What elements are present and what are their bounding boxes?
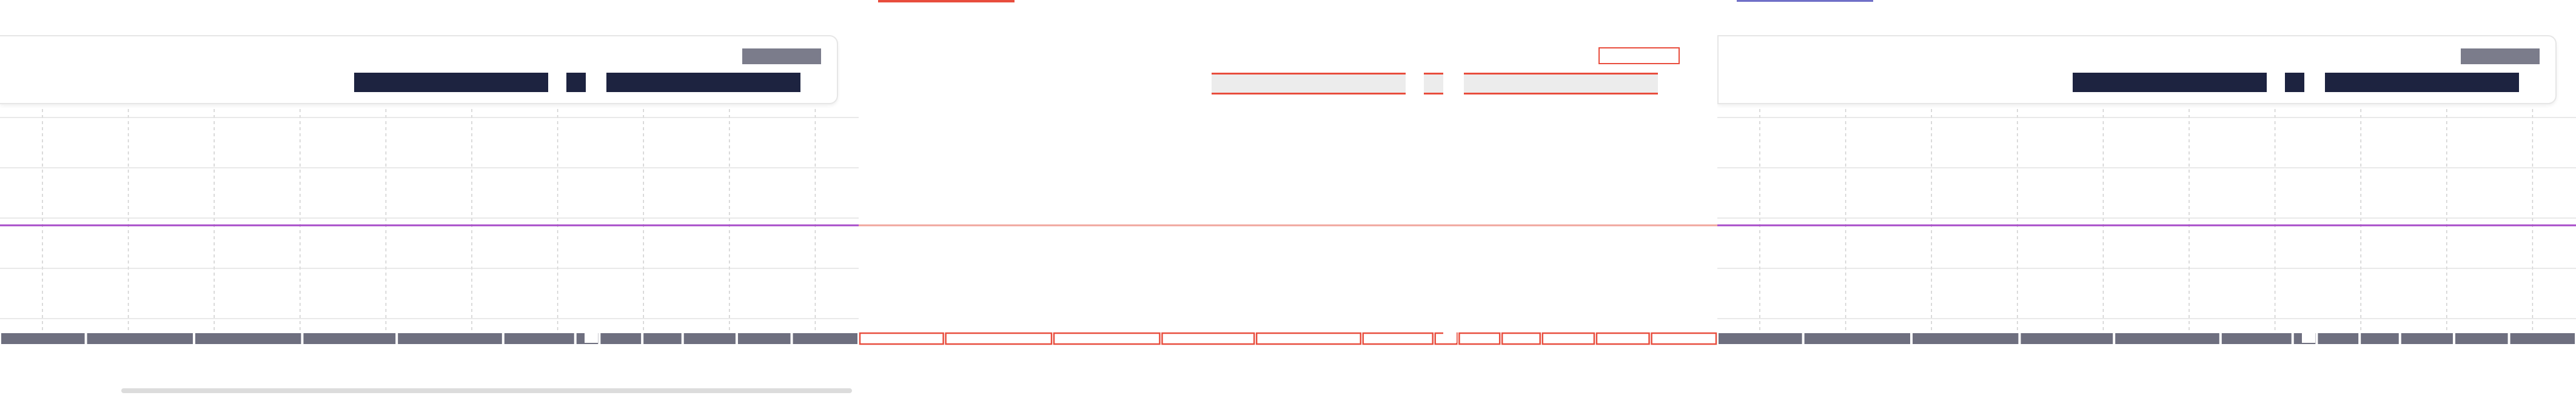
chart-header-card — [0, 35, 838, 104]
axis-tick-segment — [600, 333, 642, 344]
axis-tick-segment — [2455, 333, 2508, 344]
axis-marker — [2302, 332, 2315, 343]
header-label-block-3 — [606, 73, 800, 92]
axis-tick-segment — [2510, 333, 2575, 344]
axis-tick-segment — [2401, 333, 2453, 344]
chart-panel-3 — [1717, 0, 2576, 401]
axis-tick-segment — [504, 333, 574, 344]
axis-tick-segment — [195, 333, 301, 344]
axis-tick-segment — [1541, 332, 1595, 345]
axis-tick-segment — [87, 333, 193, 344]
axis-tick-segment — [1913, 333, 2019, 344]
header-label-block-2 — [2285, 73, 2304, 92]
panel-top-accent — [878, 0, 1015, 2]
header-badge — [1598, 47, 1680, 64]
axis-tick-segment — [1362, 332, 1434, 345]
chart-svg — [859, 117, 1717, 345]
chart-panel-2 — [859, 0, 1717, 401]
axis-tick-segment — [683, 333, 736, 344]
plot-area — [1717, 109, 2576, 401]
axis-tick-segment — [643, 333, 682, 344]
header-label-block-1 — [2073, 73, 2267, 92]
horizontal-scrollbar[interactable] — [121, 388, 852, 393]
header-label-block-1[interactable] — [1212, 73, 1406, 94]
header-label-block-3 — [2325, 73, 2519, 92]
axis-tick-segment — [1804, 333, 1911, 344]
axis-tick-segment — [1501, 332, 1541, 345]
chart-header-card — [859, 35, 1697, 104]
axis-tick-segment — [859, 332, 944, 345]
chart-header-card — [1717, 35, 2557, 104]
axis-marker — [585, 332, 598, 343]
chart-svg — [0, 109, 859, 344]
axis-tick-segment — [1595, 332, 1650, 345]
axis-tick-segment — [2021, 333, 2113, 344]
axis-tick-segment — [1161, 332, 1255, 345]
axis-tick-segment — [2221, 333, 2292, 344]
axis-tick-segment — [1, 333, 85, 344]
axis-marker — [1443, 332, 1457, 343]
axis-tick-segment — [1651, 332, 1717, 345]
header-label-block-2 — [566, 73, 586, 92]
axis-tick-segment — [2318, 333, 2359, 344]
axis-tick-segment — [2361, 333, 2399, 344]
axis-tick-segment — [398, 333, 502, 344]
axis-tick-segment — [1719, 333, 1802, 344]
header-label-block-2[interactable] — [1424, 73, 1443, 94]
plot-area — [0, 109, 859, 401]
axis-tick-segment — [1255, 332, 1362, 345]
axis-tick-segment — [793, 333, 857, 344]
plot-area — [859, 109, 1717, 401]
header-label-block-1 — [354, 73, 548, 92]
axis-tick-segment — [2115, 333, 2219, 344]
axis-tick-segment — [737, 333, 791, 344]
header-badge — [742, 48, 821, 64]
chart-panel-1 — [0, 0, 859, 401]
axis-tick-segment — [303, 333, 396, 344]
header-label-block-3[interactable] — [1464, 73, 1658, 94]
chart-svg — [1717, 109, 2576, 344]
panel-top-accent — [1737, 0, 1873, 2]
axis-tick-segment — [1053, 332, 1161, 345]
header-badge — [2461, 48, 2540, 64]
axis-tick-segment — [1458, 332, 1501, 345]
axis-tick-segment — [945, 332, 1053, 345]
